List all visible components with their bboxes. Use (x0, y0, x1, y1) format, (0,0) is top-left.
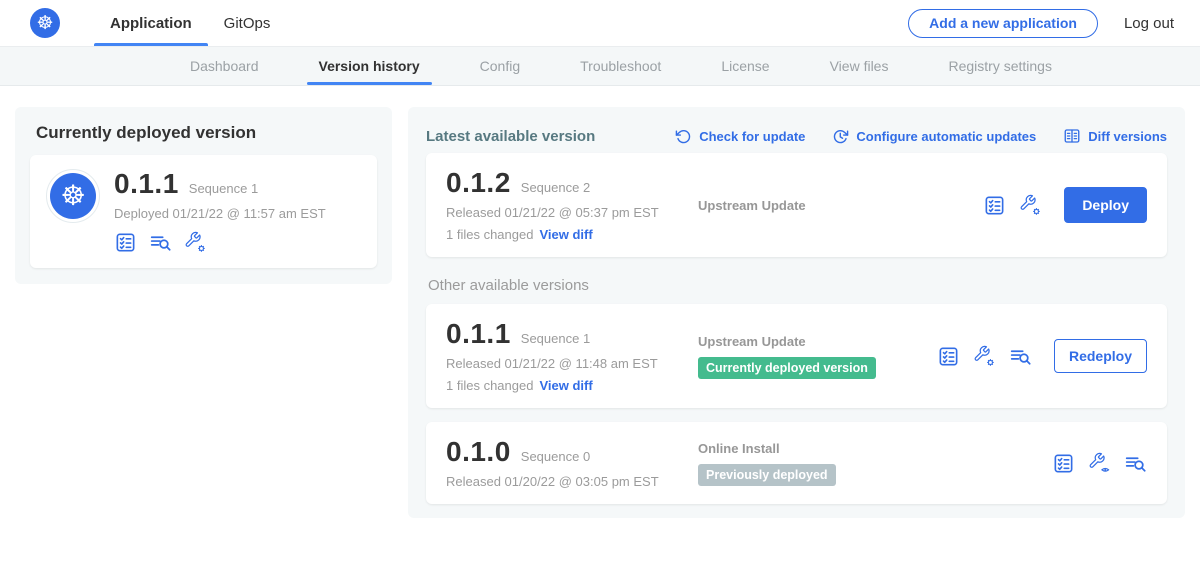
released-timestamp: Released 01/21/22 @ 11:48 am EST (446, 356, 698, 371)
redeploy-button[interactable]: Redeploy (1054, 339, 1147, 373)
deploy-button[interactable]: Deploy (1064, 187, 1147, 223)
version-source: Upstream Update (698, 334, 937, 349)
deployed-timestamp: Deployed 01/21/22 @ 11:57 am EST (114, 206, 326, 221)
subnav-version-history[interactable]: Version history (289, 47, 450, 85)
version-number: 0.1.2 (446, 168, 511, 198)
subnav-config[interactable]: Config (450, 47, 550, 85)
currently-deployed-title: Currently deployed version (36, 123, 377, 143)
app-logo: ☸ (46, 169, 100, 223)
config-icon[interactable] (184, 231, 207, 254)
kubernetes-app-icon: ☸ (50, 173, 96, 219)
deployed-version-card: ☸ 0.1.1 Sequence 1 Deployed 01/21/22 @ 1… (30, 155, 377, 268)
subnav-registry-settings[interactable]: Registry settings (918, 47, 1081, 85)
latest-available-title: Latest available version (426, 128, 595, 145)
refresh-icon (675, 128, 692, 145)
subnav-troubleshoot[interactable]: Troubleshoot (550, 47, 691, 85)
version-sequence: Sequence 0 (521, 449, 590, 464)
version-card-0-1-2: 0.1.2 Sequence 2 Released 01/21/22 @ 05:… (426, 153, 1167, 257)
view-diff-link[interactable]: View diff (539, 227, 592, 242)
previously-deployed-badge: Previously deployed (698, 464, 836, 486)
other-versions-title: Other available versions (428, 277, 1167, 294)
kubernetes-logo-icon: ☸ (30, 8, 60, 38)
tab-application[interactable]: Application (94, 0, 208, 46)
diff-versions-link[interactable]: Diff versions (1063, 127, 1167, 145)
version-number: 0.1.0 (446, 437, 511, 467)
preflight-checks-icon[interactable] (937, 345, 960, 368)
released-timestamp: Released 01/20/22 @ 03:05 pm EST (446, 474, 698, 489)
add-application-button[interactable]: Add a new application (908, 9, 1098, 38)
preflight-checks-icon[interactable] (114, 231, 137, 254)
configure-automatic-updates-link[interactable]: Configure automatic updates (832, 128, 1036, 145)
deploy-logs-icon[interactable] (1009, 345, 1032, 368)
version-sequence: Sequence 2 (521, 180, 590, 195)
schedule-icon (832, 128, 849, 145)
tab-gitops[interactable]: GitOps (208, 0, 287, 46)
app-subnav: Dashboard Version history Config Trouble… (0, 47, 1200, 86)
available-versions-panel: Latest available version Check for updat… (408, 107, 1185, 518)
currently-deployed-panel: Currently deployed version ☸ 0.1.1 Seque… (15, 107, 392, 284)
top-header: ☸ Application GitOps Add a new applicati… (0, 0, 1200, 47)
version-card-0-1-0: 0.1.0 Sequence 0 Released 01/20/22 @ 03:… (426, 422, 1167, 504)
diff-icon (1063, 127, 1081, 145)
subnav-dashboard[interactable]: Dashboard (160, 47, 289, 85)
files-changed-label: 1 files changed (446, 227, 533, 242)
check-for-update-link[interactable]: Check for update (675, 128, 805, 145)
preflight-checks-icon[interactable] (983, 194, 1006, 217)
subnav-license[interactable]: License (691, 47, 799, 85)
deployed-sequence: Sequence 1 (189, 181, 258, 196)
main-content: Currently deployed version ☸ 0.1.1 Seque… (0, 86, 1200, 518)
config-icon[interactable] (973, 345, 996, 368)
version-source: Online Install (698, 441, 1052, 456)
config-icon[interactable] (1019, 194, 1042, 217)
version-card-0-1-1: 0.1.1 Sequence 1 Released 01/21/22 @ 11:… (426, 304, 1167, 408)
subnav-view-files[interactable]: View files (800, 47, 919, 85)
view-diff-link[interactable]: View diff (539, 378, 592, 393)
deploy-logs-icon[interactable] (1124, 452, 1147, 475)
released-timestamp: Released 01/21/22 @ 05:37 pm EST (446, 205, 698, 220)
app-tabs: Application GitOps (94, 0, 286, 46)
version-number: 0.1.1 (446, 319, 511, 349)
currently-deployed-badge: Currently deployed version (698, 357, 876, 379)
deployed-version-number: 0.1.1 (114, 169, 179, 199)
logout-button[interactable]: Log out (1124, 15, 1174, 32)
version-sequence: Sequence 1 (521, 331, 590, 346)
files-changed-label: 1 files changed (446, 378, 533, 393)
deploy-logs-icon[interactable] (149, 231, 172, 254)
version-source: Upstream Update (698, 198, 983, 213)
config-view-icon[interactable] (1088, 452, 1111, 475)
preflight-checks-icon[interactable] (1052, 452, 1075, 475)
